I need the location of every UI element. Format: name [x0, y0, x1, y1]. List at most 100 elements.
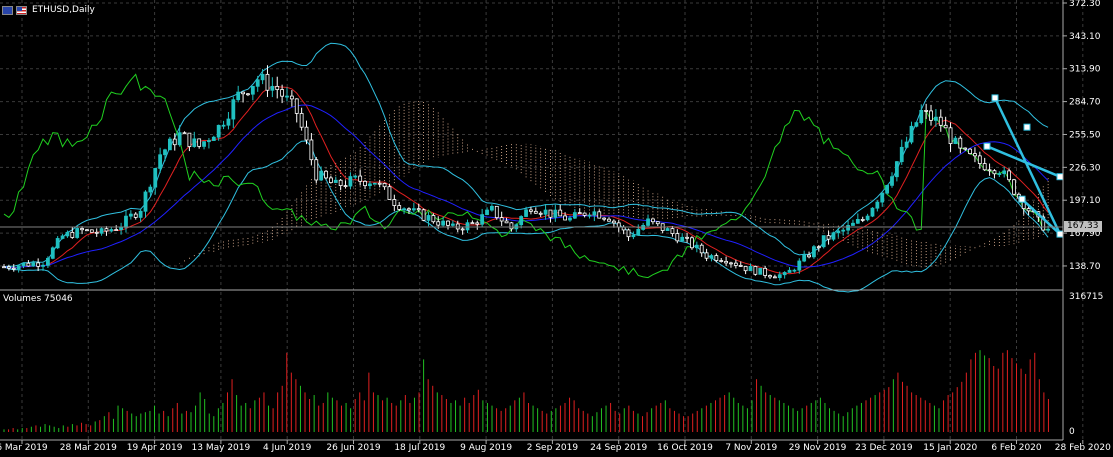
candle-body: [899, 146, 904, 163]
candle-body: [85, 229, 89, 232]
candle-body: [382, 183, 387, 188]
candle-body: [343, 185, 348, 188]
candle-body: [743, 266, 748, 272]
channel-anchor-handle: [1056, 230, 1064, 238]
candle-body: [992, 170, 997, 175]
candle-body: [65, 231, 70, 237]
time-tick-label: 18 Jul 2019: [394, 443, 445, 453]
candle-body: [1007, 170, 1011, 181]
candle-body: [919, 110, 924, 124]
candle-body: [655, 221, 660, 225]
candle-body: [987, 169, 992, 172]
candle-body: [450, 223, 455, 226]
candle-body: [397, 205, 402, 210]
candle-body: [1012, 179, 1016, 195]
candle-body: [241, 91, 245, 95]
candle-body: [216, 124, 221, 138]
candle-body: [529, 209, 533, 212]
candle-body: [36, 262, 41, 267]
volume-zero-label: 0: [1069, 427, 1075, 437]
candle-body: [914, 122, 919, 127]
candle-body: [894, 161, 899, 178]
candle-body: [11, 267, 16, 270]
candle-body: [753, 266, 758, 275]
candle-body: [158, 154, 163, 169]
candle-body: [587, 214, 592, 217]
candle-body: [904, 141, 909, 148]
candle-body: [128, 213, 133, 217]
candle-body: [797, 260, 802, 271]
candle-body: [231, 99, 236, 120]
candle-body: [597, 211, 602, 219]
candle-body: [31, 262, 36, 267]
candle-body: [943, 124, 948, 129]
candle-body: [309, 139, 314, 161]
candle-body: [333, 179, 338, 183]
candle-body: [255, 79, 260, 87]
candle-body: [812, 246, 816, 258]
candle-body: [348, 176, 353, 187]
candle-body: [294, 98, 299, 114]
candle-body: [41, 264, 45, 267]
candle-body: [50, 247, 55, 259]
candle-body: [533, 210, 538, 214]
candle-body: [694, 244, 699, 249]
candle-body: [153, 168, 158, 188]
candle-body: [221, 124, 226, 127]
current-price-tag: 167.33: [1064, 221, 1102, 232]
candle-body: [187, 132, 192, 147]
channel-anchor-handle: [1023, 123, 1031, 131]
candle-body: [446, 220, 450, 226]
candle-body: [626, 229, 631, 238]
candle-body: [1026, 208, 1031, 212]
candle-body: [924, 110, 929, 112]
candle-body: [455, 223, 460, 230]
candle-body: [802, 254, 807, 262]
candle-body: [124, 215, 128, 228]
candle-body: [558, 209, 563, 217]
candle-body: [816, 246, 821, 249]
time-tick-label: 23 Dec 2019: [855, 443, 913, 453]
candle-body: [714, 255, 719, 261]
candle-body: [787, 269, 792, 273]
candle-body: [328, 177, 333, 183]
candle-body: [772, 276, 777, 279]
candle-body: [890, 176, 894, 186]
candle-body: [763, 267, 768, 276]
price-tick-label: 284.70: [1069, 98, 1101, 108]
candle-body: [363, 180, 367, 187]
trading-chart[interactable]: 372.30 343.10 313.90 284.70 255.50 226.30 197.…: [0, 0, 1113, 457]
time-tick-label: 4 Jun 2019: [263, 443, 312, 453]
price-tick-label: 255.50: [1069, 130, 1101, 140]
channel-anchor-handle: [991, 94, 999, 102]
time-tick-label: 15 Jan 2020: [923, 443, 977, 453]
candle-body: [114, 229, 119, 231]
candle-body: [372, 182, 377, 185]
candle-body: [250, 85, 255, 95]
candle-body: [392, 199, 397, 206]
candle-body: [724, 260, 729, 264]
candle-body: [680, 236, 685, 242]
candle-body: [704, 252, 709, 259]
price-tick-label: 138.70: [1069, 262, 1101, 272]
time-tick-label: 7 Nov 2019: [725, 443, 777, 453]
candle-body: [499, 217, 504, 222]
candle-body: [851, 222, 855, 226]
candle-body: [504, 220, 509, 224]
candle-body: [651, 218, 655, 223]
candle-body: [416, 208, 421, 211]
price-tick-label: 313.90: [1069, 65, 1101, 75]
candle-body: [402, 208, 406, 211]
candle-body: [719, 260, 724, 262]
candle-body: [646, 218, 650, 226]
time-tick-label: 6 Mar 2019: [0, 443, 48, 453]
candle-body: [104, 228, 109, 232]
candle-body: [2, 266, 6, 269]
time-tick-label: 2 Sep 2019: [527, 443, 579, 453]
candle-body: [368, 183, 372, 187]
candle-body: [411, 208, 416, 211]
candle-body: [538, 212, 543, 215]
candle-body: [733, 262, 738, 266]
candle-body: [607, 218, 611, 222]
candle-body: [80, 228, 84, 231]
